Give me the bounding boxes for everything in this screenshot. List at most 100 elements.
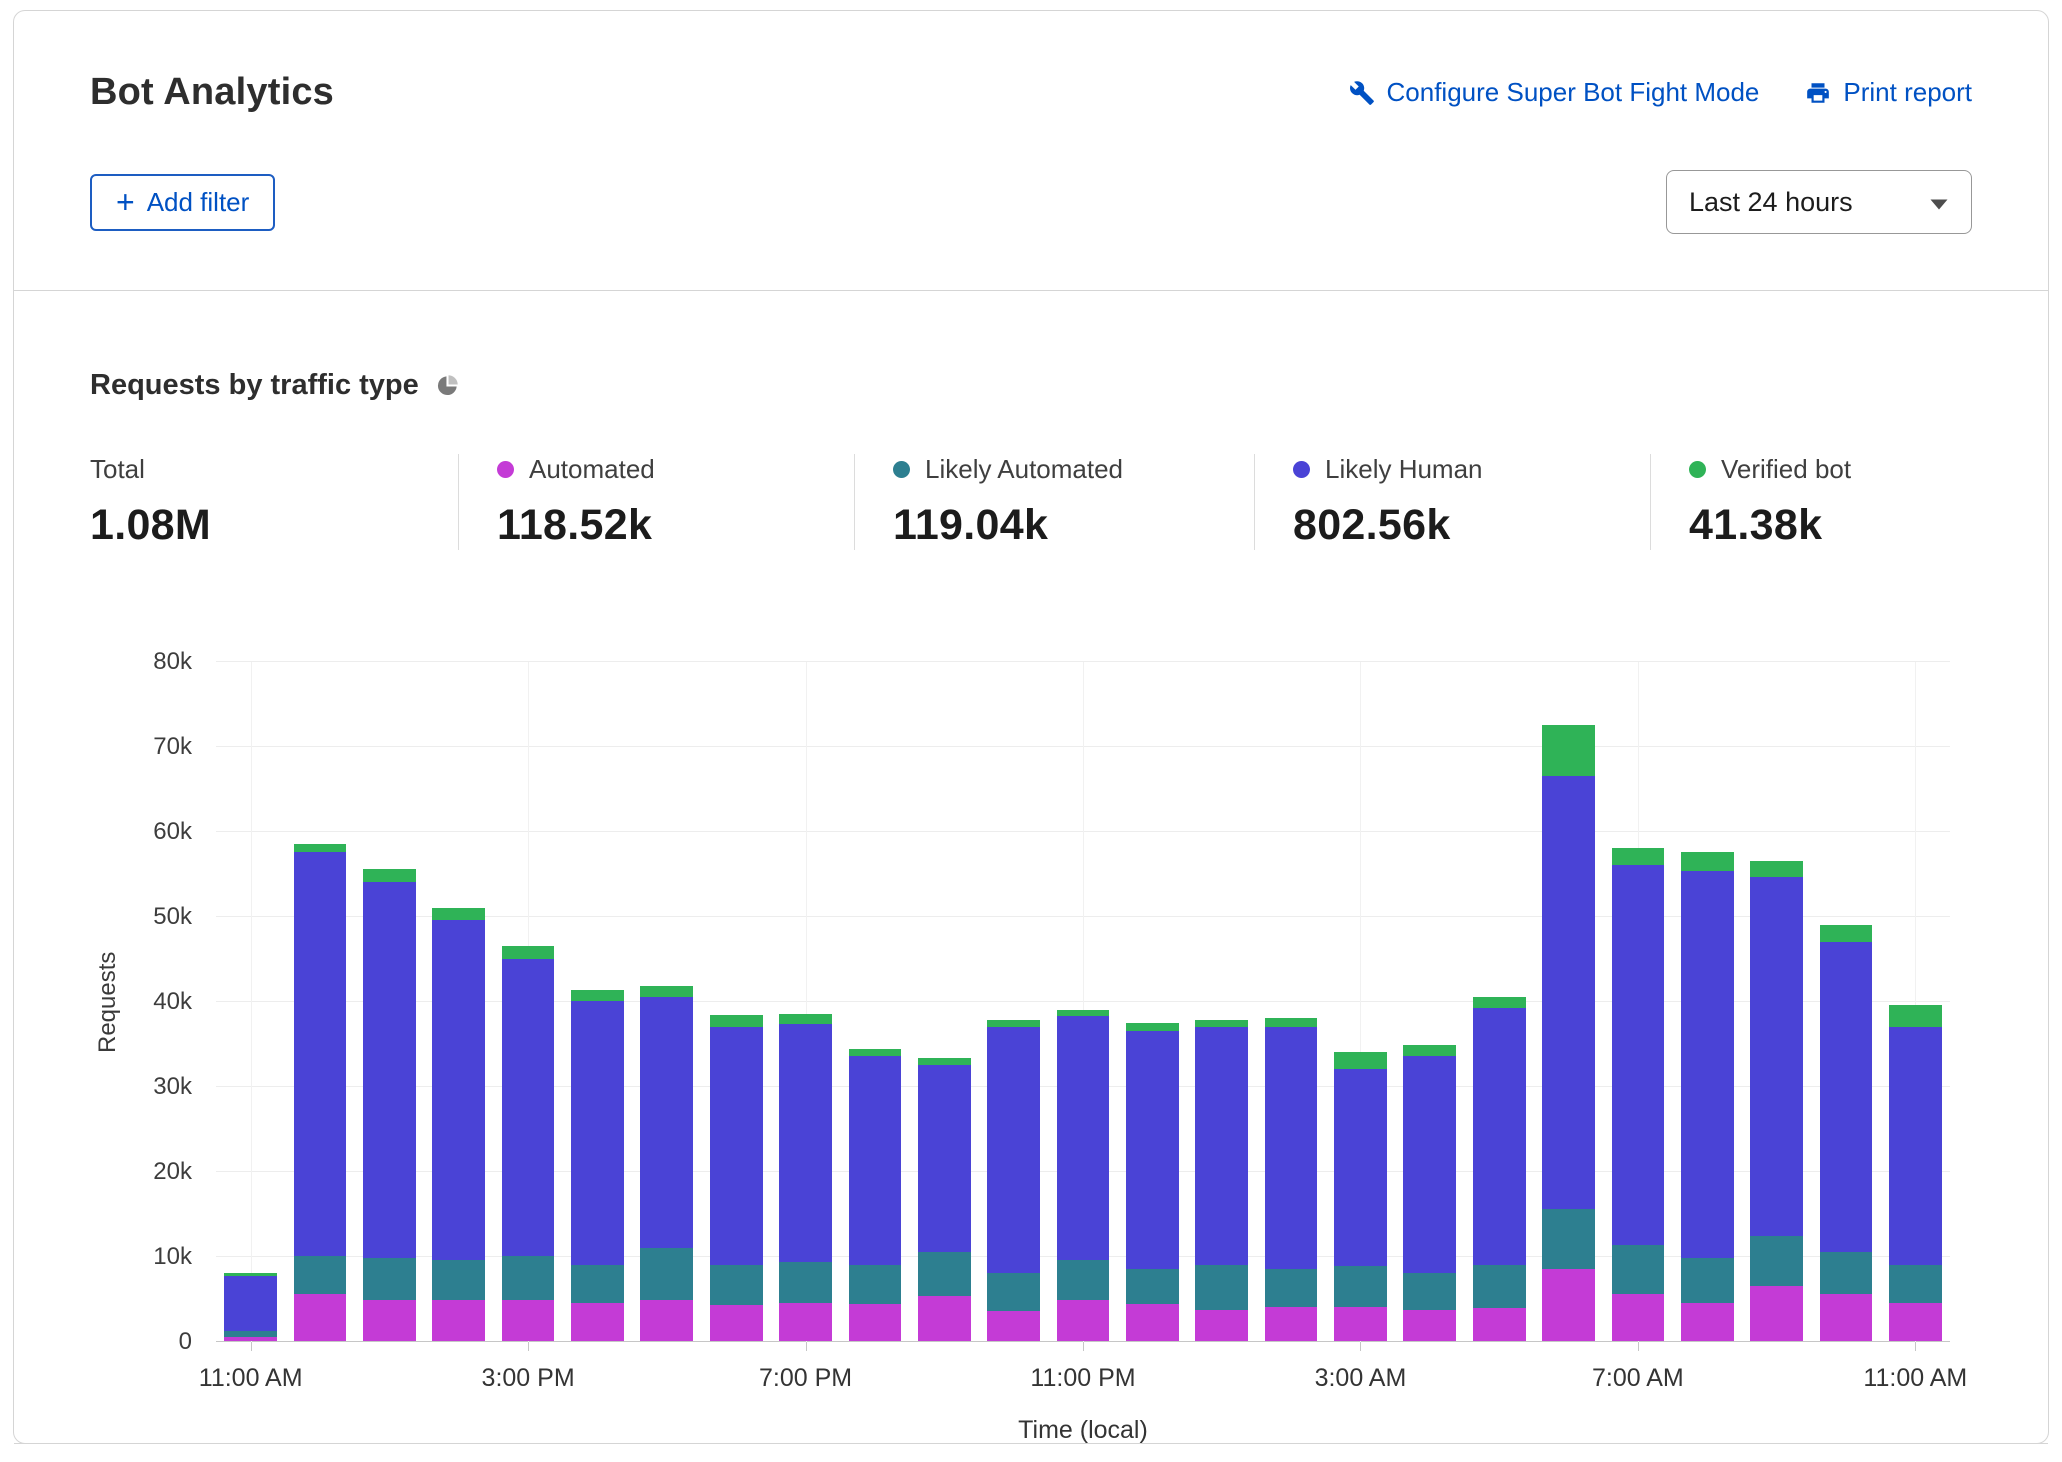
segment-automated [363, 1300, 416, 1341]
y-tick-label: 30k [153, 1073, 192, 1101]
segment-likely-automated [363, 1258, 416, 1301]
segment-likely-human [1750, 877, 1803, 1236]
segment-likely-human [1820, 942, 1873, 1252]
segment-likely-automated [1750, 1236, 1803, 1286]
chart-bar[interactable] [710, 1015, 763, 1341]
time-range-select[interactable]: Last 24 hours [1666, 170, 1972, 234]
segment-likely-human [502, 959, 555, 1257]
segment-automated [640, 1300, 693, 1341]
x-tick-label: 3:00 AM [1315, 1364, 1407, 1393]
chart-bar[interactable] [502, 946, 555, 1341]
segment-likely-human [987, 1027, 1040, 1274]
segment-likely-human [363, 882, 416, 1258]
segment-likely-human [294, 852, 347, 1256]
chart-bar[interactable] [640, 986, 693, 1341]
segment-automated [571, 1303, 624, 1341]
chart-bar[interactable] [1612, 848, 1665, 1341]
y-tick-label: 70k [153, 733, 192, 761]
segment-likely-human [224, 1276, 277, 1331]
y-tick-label: 40k [153, 988, 192, 1016]
section-divider [14, 1443, 2048, 1444]
bot-analytics-card: Bot Analytics Configure Super Bot Fight … [13, 10, 2049, 1444]
chart-bar[interactable] [1265, 1018, 1318, 1341]
chart-bar[interactable] [918, 1058, 971, 1341]
segment-likely-automated [432, 1260, 485, 1300]
segment-likely-human [1681, 871, 1734, 1258]
chart-bar[interactable] [849, 1049, 902, 1341]
stat-automated-label: Automated [529, 454, 655, 485]
x-tick-label: 7:00 AM [1592, 1364, 1684, 1393]
segment-likely-human [1889, 1027, 1942, 1265]
chart-bar[interactable] [1334, 1052, 1387, 1341]
segment-automated [294, 1294, 347, 1341]
segment-verified-bot [849, 1049, 902, 1057]
stat-verified-bot-label: Verified bot [1721, 454, 1851, 485]
segment-likely-automated [571, 1265, 624, 1303]
segment-verified-bot [432, 908, 485, 921]
segment-verified-bot [363, 869, 416, 882]
chart-bar[interactable] [1126, 1023, 1179, 1341]
segment-verified-bot [1403, 1045, 1456, 1056]
segment-likely-automated [1334, 1266, 1387, 1307]
segment-likely-automated [1195, 1265, 1248, 1311]
segment-verified-bot [1265, 1018, 1318, 1027]
requests-by-traffic-type-chart: Requests 010k20k30k40k50k60k70k80k 11:00… [90, 662, 1972, 1462]
segment-likely-human [1265, 1027, 1318, 1269]
segment-likely-human [779, 1024, 832, 1262]
x-tickmark [251, 1342, 252, 1351]
chart-bar[interactable] [1057, 1010, 1110, 1341]
x-tickmark [528, 1342, 529, 1351]
segment-likely-human [640, 997, 693, 1248]
segment-likely-automated [1889, 1265, 1942, 1303]
stat-verified-bot-value: 41.38k [1689, 501, 1952, 550]
chart-bar[interactable] [1195, 1020, 1248, 1341]
add-filter-button[interactable]: + Add filter [90, 174, 275, 231]
segment-likely-human [1334, 1069, 1387, 1266]
chart-bar[interactable] [363, 869, 416, 1341]
print-report-link[interactable]: Print report [1805, 77, 1972, 108]
x-axis-title: Time (local) [216, 1416, 1950, 1445]
segment-likely-automated [918, 1252, 971, 1296]
chart-bar[interactable] [1473, 997, 1526, 1341]
chart-bar[interactable] [224, 1273, 277, 1341]
x-axis: 11:00 AM3:00 PM7:00 PM11:00 PM3:00 AM7:0… [216, 1364, 1950, 1398]
chart-bar[interactable] [1542, 725, 1595, 1341]
segment-verified-bot [1195, 1020, 1248, 1027]
chart-bar[interactable] [1403, 1045, 1456, 1341]
time-range-value: Last 24 hours [1689, 187, 1853, 218]
segment-likely-human [1126, 1031, 1179, 1269]
segment-likely-automated [1473, 1265, 1526, 1308]
segment-likely-automated [1612, 1245, 1665, 1294]
segment-verified-bot [571, 990, 624, 1001]
segment-likely-automated [779, 1262, 832, 1303]
chart-bar[interactable] [987, 1020, 1040, 1341]
configure-super-bot-fight-mode-link[interactable]: Configure Super Bot Fight Mode [1349, 77, 1760, 108]
segment-likely-human [1403, 1056, 1456, 1273]
y-tick-label: 50k [153, 903, 192, 931]
chart-bar[interactable] [571, 990, 624, 1341]
segment-verified-bot [987, 1020, 1040, 1027]
segment-automated [1057, 1300, 1110, 1341]
segment-verified-bot [294, 844, 347, 853]
header-links: Configure Super Bot Fight Mode Print rep… [1349, 77, 1972, 108]
segment-likely-human [849, 1056, 902, 1264]
chart-bar[interactable] [1820, 925, 1873, 1342]
segment-automated [779, 1303, 832, 1341]
segment-automated [1750, 1286, 1803, 1341]
chart-bar[interactable] [1889, 1005, 1942, 1341]
page-title: Bot Analytics [90, 71, 334, 114]
x-tickmark [1915, 1342, 1916, 1351]
segment-likely-automated [1057, 1260, 1110, 1300]
segment-automated [1820, 1294, 1873, 1341]
stats-row: Total 1.08M Automated 118.52k Likely Aut… [14, 454, 2048, 550]
chart-bar[interactable] [294, 844, 347, 1341]
segment-likely-automated [987, 1273, 1040, 1311]
y-tick-label: 20k [153, 1158, 192, 1186]
segment-likely-human [1195, 1027, 1248, 1265]
chart-bar[interactable] [1681, 852, 1734, 1341]
chart-bar[interactable] [779, 1014, 832, 1341]
x-tick-label: 11:00 AM [1863, 1364, 1967, 1393]
chart-bar[interactable] [432, 908, 485, 1341]
segment-likely-human [1057, 1016, 1110, 1260]
chart-bar[interactable] [1750, 861, 1803, 1341]
